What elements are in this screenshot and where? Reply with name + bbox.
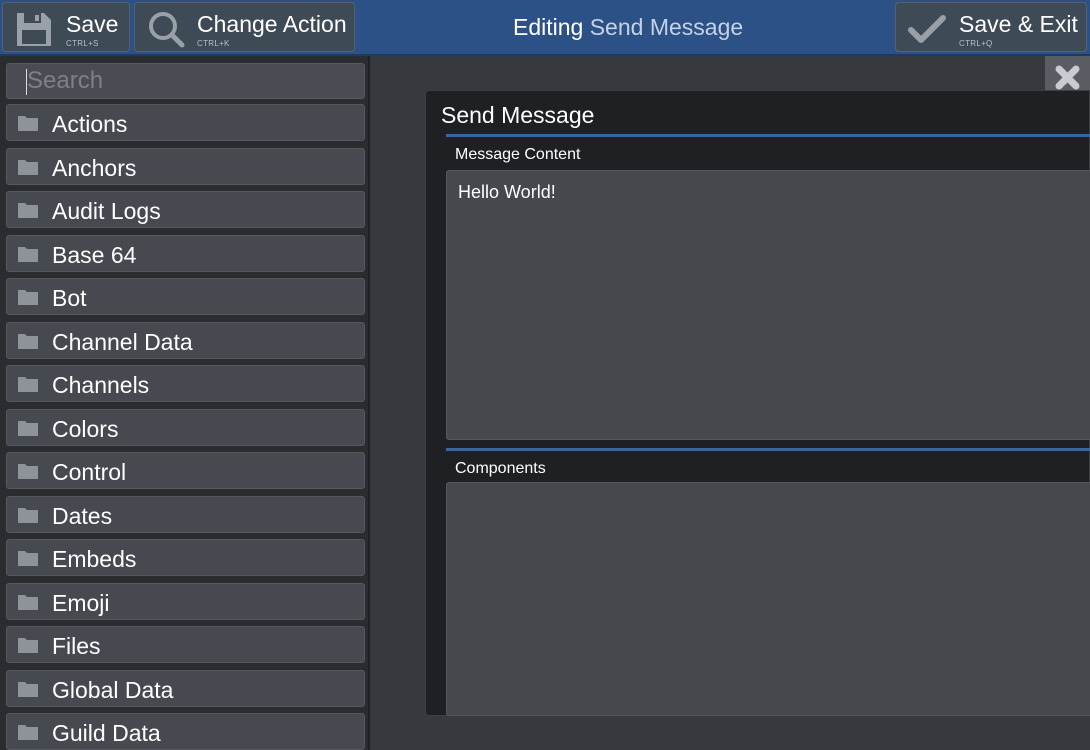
folder-icon	[18, 203, 38, 218]
sidebar-item-label: Audit Logs	[52, 198, 161, 224]
folder-icon	[18, 290, 38, 305]
save-exit-label: Save & Exit	[959, 11, 1078, 37]
page-title: Editing Send Message	[513, 14, 743, 41]
sidebar-item-label: Anchors	[52, 154, 137, 181]
sidebar-item-category[interactable]: Channels	[6, 365, 365, 402]
sidebar-item-label: Actions	[52, 111, 128, 137]
folder-icon	[18, 507, 38, 523]
folder-icon	[18, 333, 38, 349]
sidebar-item-category[interactable]: Anchors	[6, 147, 365, 185]
save-shortcut: CTRL+S	[66, 39, 99, 48]
folder-icon	[18, 420, 38, 436]
sidebar-item-category[interactable]: Embeds	[6, 539, 365, 576]
sidebar-item-category[interactable]: Global Data	[6, 669, 365, 707]
message-content-field[interactable]: Hello World!	[446, 170, 1090, 440]
text-cursor	[26, 69, 27, 95]
sidebar-item-category[interactable]: Guild Data	[6, 713, 365, 750]
change-action-shortcut: CTRL+K	[197, 39, 230, 48]
sidebar-item-category[interactable]: Emoji	[6, 582, 365, 620]
checkmark-icon	[908, 15, 946, 43]
change-action-button[interactable]: Change Action CTRL+K	[134, 2, 355, 52]
action-editor-panel: Send Message Message Content Hello World…	[425, 90, 1090, 716]
sidebar-item-category[interactable]: Channel Data	[6, 321, 365, 359]
sidebar-item-label: Colors	[52, 415, 119, 442]
folder-icon	[18, 681, 38, 697]
floppy-disk-icon	[17, 13, 51, 46]
sidebar-item-label: Global Data	[52, 676, 174, 703]
save-exit-shortcut: CTRL+Q	[959, 39, 993, 48]
title-prefix: Editing	[513, 14, 584, 40]
sidebar-item-category[interactable]: Colors	[6, 408, 365, 446]
sidebar-item-category[interactable]: Bot	[6, 278, 365, 315]
sidebar-item-label: Emoji	[52, 589, 110, 616]
save-button[interactable]: Save CTRL+S	[2, 2, 130, 52]
sidebar-item-category[interactable]: Actions	[6, 104, 365, 141]
folder-icon	[18, 464, 38, 479]
panel-title: Send Message	[441, 102, 595, 128]
section-divider	[446, 134, 1090, 137]
sidebar-item-label: Bot	[52, 285, 87, 311]
components-field[interactable]	[446, 482, 1090, 716]
folder-icon	[18, 594, 38, 610]
sidebar-item-label: Embeds	[52, 546, 137, 572]
message-content-value: Hello World!	[458, 182, 556, 202]
folder-icon	[18, 116, 38, 131]
change-action-label: Change Action	[197, 11, 347, 37]
folder-icon	[18, 638, 38, 653]
search-input[interactable]	[6, 63, 365, 99]
folder-icon	[18, 551, 38, 566]
sidebar-item-label: Channel Data	[52, 328, 193, 355]
message-content-label: Message Content	[455, 146, 581, 163]
search-icon	[149, 12, 185, 48]
save-exit-button[interactable]: Save & Exit CTRL+Q	[895, 2, 1087, 52]
top-toolbar: Save CTRL+S Change Action CTRL+K Editing…	[0, 0, 1090, 56]
title-action-name: Send Message	[589, 14, 744, 40]
folder-icon	[18, 159, 38, 175]
sidebar-item-category[interactable]: Base 64	[6, 234, 365, 272]
sidebar-item-category[interactable]: Audit Logs	[6, 191, 365, 228]
components-label: Components	[455, 460, 546, 477]
sidebar-item-category[interactable]: Files	[6, 626, 365, 663]
section-divider	[446, 448, 1090, 451]
sidebar-item-label: Dates	[52, 502, 113, 529]
folder-icon	[18, 725, 38, 740]
save-label: Save	[66, 11, 119, 37]
action-category-sidebar: Actions Anchors Audit Logs Base 64 Bot Channe…	[0, 56, 370, 750]
sidebar-item-category[interactable]: Control	[6, 452, 365, 489]
sidebar-item-label: Base 64	[52, 241, 137, 268]
sidebar-item-category[interactable]: Dates	[6, 495, 365, 533]
folder-icon	[18, 246, 38, 262]
sidebar-item-label: Channels	[52, 372, 150, 398]
sidebar-item-label: Files	[52, 633, 101, 659]
folder-icon	[18, 377, 38, 392]
sidebar-item-label: Guild Data	[52, 720, 161, 746]
sidebar-item-label: Control	[52, 459, 127, 485]
